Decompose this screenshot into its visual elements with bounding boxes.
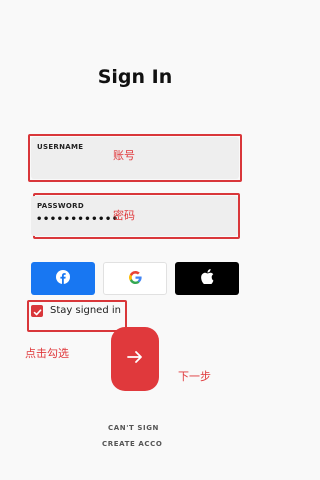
create-account-link[interactable]: CREATE ACCO (102, 440, 162, 448)
username-field[interactable]: USERNAME (31, 137, 239, 179)
arrow-right-icon (126, 348, 144, 370)
next-annotation: 下一步 (178, 370, 211, 383)
check-icon (33, 302, 42, 321)
facebook-login-button[interactable] (31, 262, 95, 295)
facebook-icon (56, 269, 70, 288)
google-login-button[interactable] (103, 262, 167, 295)
next-button[interactable] (111, 327, 159, 391)
page-title: Sign In (97, 66, 173, 88)
stay-signed-in-checkbox[interactable] (31, 305, 43, 317)
apple-login-button[interactable] (175, 262, 239, 295)
username-annotation: 账号 (113, 149, 135, 162)
password-label: PASSWORD (37, 202, 84, 210)
stay-signed-in-annotation: 点击勾选 (25, 347, 69, 360)
username-label: USERNAME (37, 143, 84, 151)
cant-sign-in-link[interactable]: CAN'T SIGN (108, 424, 159, 432)
stay-signed-in-label[interactable]: Stay signed in (50, 305, 121, 316)
password-annotation: 密码 (113, 209, 135, 222)
password-value[interactable]: •••••••••••• (36, 214, 119, 225)
apple-icon (200, 269, 214, 288)
google-icon (128, 269, 142, 288)
